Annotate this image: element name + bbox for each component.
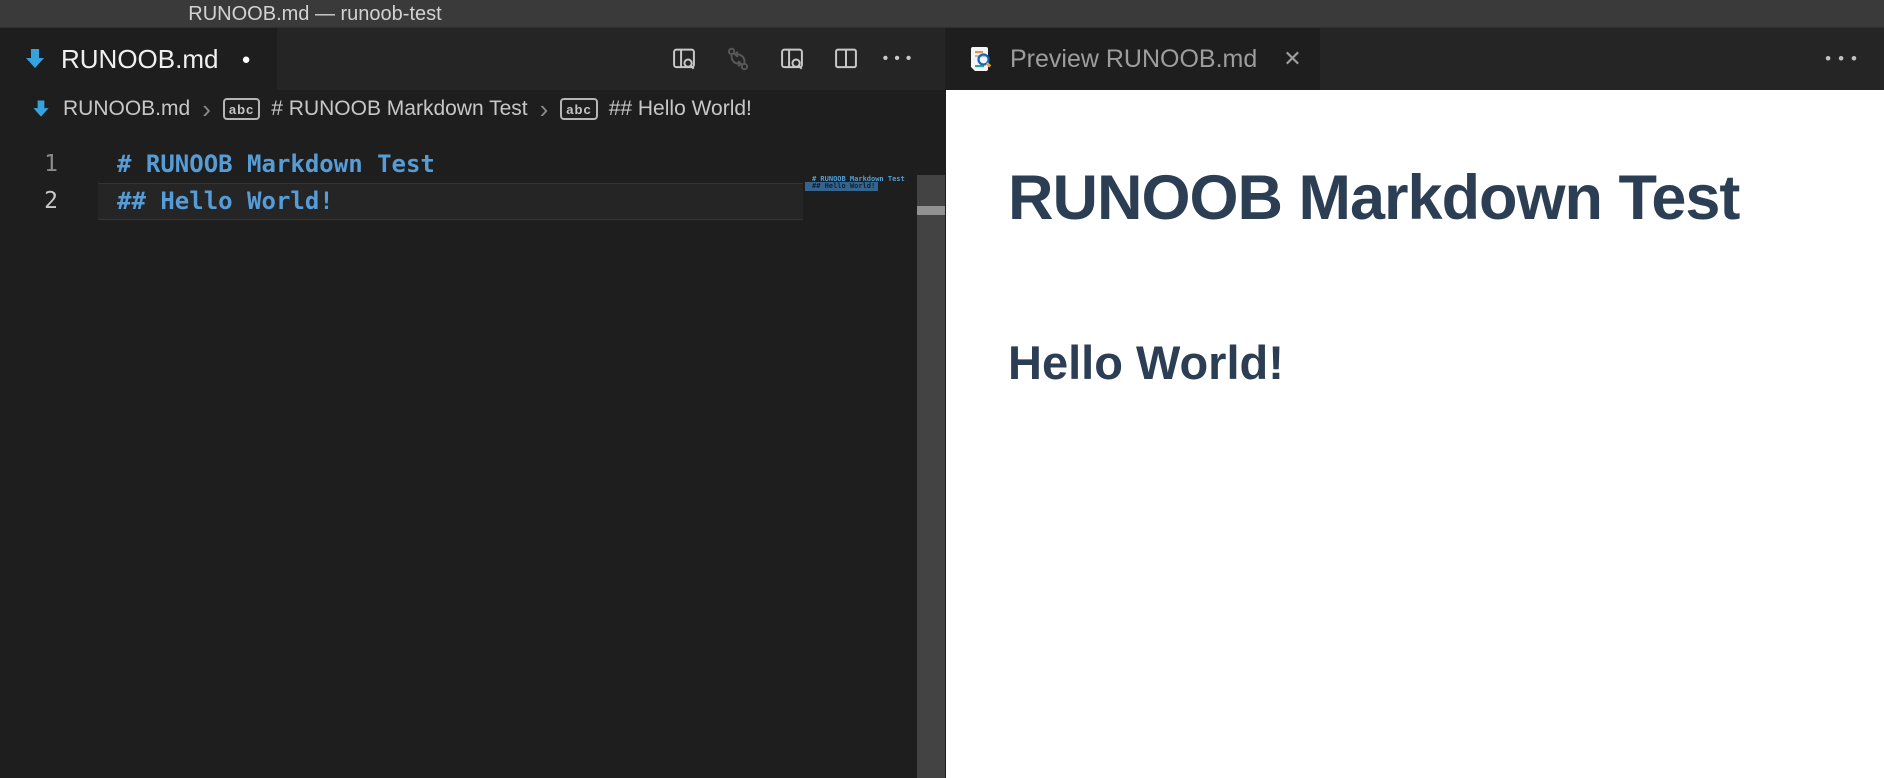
markdown-preview-content: RUNOOB Markdown Test Hello World! <box>946 90 1884 778</box>
markdown-preview-icon <box>966 44 996 74</box>
chevron-right-icon: › <box>539 99 550 119</box>
preview-tab-bar: Preview RUNOOB.md ✕ ••• <box>946 28 1884 90</box>
editor-group-right: Preview RUNOOB.md ✕ ••• RUNOOB Markdown … <box>946 28 1884 778</box>
markdown-file-icon <box>22 46 48 72</box>
breadcrumb-heading2[interactable]: ## Hello World! <box>609 97 752 121</box>
minimap-current-line: ## Hello World! <box>805 182 878 191</box>
code-line-2[interactable]: 2 ## Hello World! <box>0 183 945 220</box>
close-icon[interactable]: ✕ <box>1283 46 1301 72</box>
breadcrumb-heading1[interactable]: # RUNOOB Markdown Test <box>271 97 527 121</box>
chevron-right-icon: › <box>201 99 212 119</box>
breadcrumb: RUNOOB.md › abc # RUNOOB Markdown Test ›… <box>0 90 945 128</box>
editor-scrollbar[interactable] <box>917 175 945 778</box>
open-preview-side-icon[interactable] <box>669 44 699 74</box>
open-changes-icon <box>723 44 753 74</box>
tab-runoob-md[interactable]: RUNOOB.md ● <box>0 28 277 90</box>
markdown-file-icon <box>30 98 52 120</box>
modified-dot-icon[interactable]: ● <box>241 51 250 68</box>
symbol-string-icon: abc <box>560 98 597 120</box>
preview-heading-2: Hello World! <box>1008 335 1884 390</box>
code-editor[interactable]: 1 # RUNOOB Markdown Test 2 ## Hello Worl… <box>0 128 945 778</box>
vscode-window: RUNOOB.md — runoob-test RUNOOB.md ● <box>0 0 1884 778</box>
window-title: RUNOOB.md — runoob-test <box>0 0 630 28</box>
open-preview-icon[interactable] <box>777 44 807 74</box>
tab-label: Preview RUNOOB.md <box>1010 45 1257 74</box>
title-bar: RUNOOB.md — runoob-test <box>0 0 1884 28</box>
editor-actions: ••• <box>669 28 945 90</box>
breadcrumb-file[interactable]: RUNOOB.md <box>63 97 190 121</box>
tab-label: RUNOOB.md <box>61 44 218 75</box>
more-actions-icon[interactable]: ••• <box>885 44 915 74</box>
line-number: 2 <box>0 183 58 220</box>
editor-tab-bar: RUNOOB.md ● <box>0 28 945 90</box>
tab-preview-runoob-md[interactable]: Preview RUNOOB.md ✕ <box>946 28 1320 90</box>
preview-heading-1: RUNOOB Markdown Test <box>1008 162 1884 234</box>
editor-group-left: RUNOOB.md ● <box>0 28 945 778</box>
symbol-string-icon: abc <box>223 98 260 120</box>
line-number: 1 <box>0 146 58 183</box>
minimap[interactable]: # RUNOOB Markdown Test ## Hello World! <box>805 146 917 206</box>
more-actions-icon[interactable]: ••• <box>1825 28 1864 90</box>
scrollbar-thumb[interactable] <box>917 206 945 215</box>
code-line-1[interactable]: 1 # RUNOOB Markdown Test <box>0 146 945 183</box>
split-editor-icon[interactable] <box>831 44 861 74</box>
